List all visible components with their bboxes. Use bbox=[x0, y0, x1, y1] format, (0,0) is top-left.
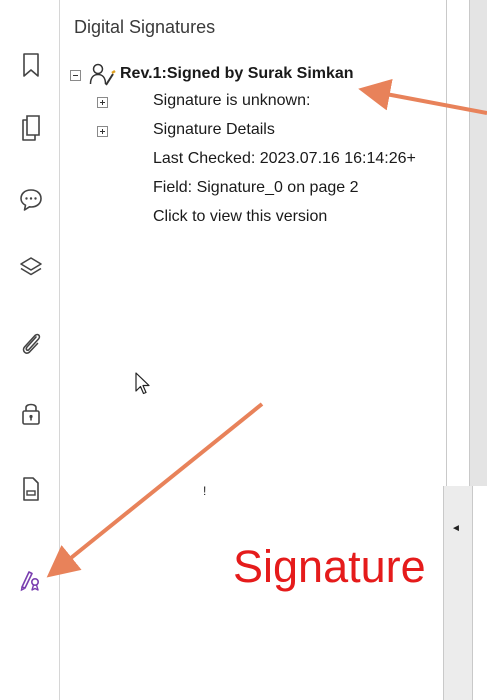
signature-details-item[interactable]: Signature Details bbox=[153, 120, 275, 140]
bookmarks-button[interactable] bbox=[8, 42, 54, 88]
document-pane-edge bbox=[470, 0, 487, 488]
panel-title: Digital Signatures bbox=[74, 17, 216, 37]
expand-signature-details-toggle[interactable] bbox=[97, 126, 108, 137]
signature-user-icon bbox=[89, 63, 116, 86]
stray-mark: ! bbox=[203, 484, 207, 498]
comments-button[interactable] bbox=[8, 177, 54, 223]
signature-status-item[interactable]: Signature is unknown: bbox=[153, 91, 310, 111]
bookmark-icon bbox=[23, 53, 39, 77]
attachments-button[interactable] bbox=[8, 320, 54, 366]
signature-field-item: Field: Signature_0 on page 2 bbox=[153, 179, 359, 196]
layers-button[interactable] bbox=[8, 244, 54, 290]
signatures-panel-button[interactable] bbox=[8, 556, 54, 602]
security-button[interactable] bbox=[8, 390, 54, 436]
page-thumbnails-button[interactable] bbox=[8, 105, 54, 151]
signature-revision-label[interactable]: Rev.1:Signed by Surak Simkan bbox=[120, 64, 354, 84]
comments-icon bbox=[20, 189, 42, 211]
attachments-icon bbox=[22, 333, 41, 354]
collapse-panel-arrow-icon[interactable]: ◄ bbox=[449, 522, 463, 536]
form-fields-button[interactable] bbox=[8, 466, 54, 512]
expand-signature-status-toggle[interactable] bbox=[97, 97, 108, 108]
annotation-arrow-to-signature-icon bbox=[46, 402, 264, 578]
view-signed-version-item[interactable]: Click to view this version bbox=[153, 207, 327, 227]
mouse-cursor-icon bbox=[135, 372, 150, 395]
form-field-icon bbox=[23, 477, 39, 501]
pages-icon bbox=[22, 115, 40, 141]
vertical-scrollbar[interactable] bbox=[443, 486, 473, 700]
panel-splitter[interactable] bbox=[446, 0, 470, 488]
signature-panel-icon bbox=[20, 571, 40, 592]
last-checked-item: Last Checked: 2023.07.16 16:14:26+ bbox=[153, 150, 416, 167]
security-lock-icon bbox=[22, 403, 40, 425]
left-navigation-rail bbox=[0, 0, 60, 700]
layers-icon bbox=[20, 257, 42, 276]
document-signature-text: Signature bbox=[233, 541, 426, 592]
signature-collapse-toggle[interactable] bbox=[70, 70, 81, 81]
